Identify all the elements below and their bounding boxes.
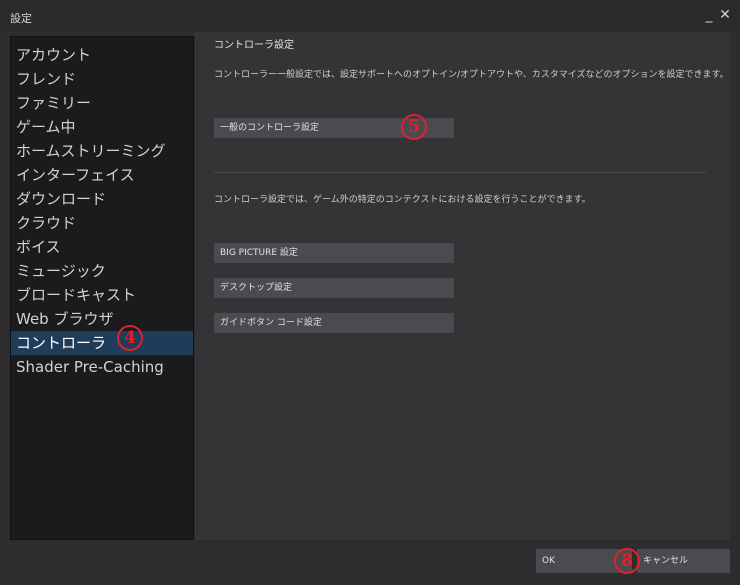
minimize-icon[interactable]: _ xyxy=(702,6,716,24)
desktop-settings-button[interactable]: デスクトップ設定 xyxy=(214,278,454,298)
sidebar-item-music[interactable]: ミュージック xyxy=(11,259,193,283)
sidebar-item-cloud[interactable]: クラウド xyxy=(11,211,193,235)
sidebar-item-broadcast[interactable]: ブロードキャスト xyxy=(11,283,193,307)
sidebar-item-home-streaming[interactable]: ホームストリーミング xyxy=(11,139,193,163)
sidebar-item-controller[interactable]: コントローラ xyxy=(11,331,193,355)
window-title: 設定 xyxy=(10,12,32,25)
sidebar-item-shader-pre-caching[interactable]: Shader Pre-Caching xyxy=(11,355,193,379)
sidebar-item-downloads[interactable]: ダウンロード xyxy=(11,187,193,211)
settings-sidebar: アカウント フレンド ファミリー ゲーム中 ホームストリーミング インターフェイ… xyxy=(10,36,194,540)
sidebar-item-friends[interactable]: フレンド xyxy=(11,67,193,91)
sidebar-item-interface[interactable]: インターフェイス xyxy=(11,163,193,187)
sidebar-item-web-browser[interactable]: Web ブラウザ xyxy=(11,307,193,331)
page-title: コントローラ設定 xyxy=(214,40,294,51)
sidebar-item-family[interactable]: ファミリー xyxy=(11,91,193,115)
cancel-button[interactable]: キャンセル xyxy=(637,549,730,573)
annotation-marker-5: 5 xyxy=(401,114,427,140)
annotation-marker-8: 8 xyxy=(614,548,640,574)
title-bar[interactable]: 設定 _ ✕ xyxy=(0,0,740,32)
general-description: コントローラー一般設定では、設定サポートへのオプトイン/オプトアウトや、カスタマ… xyxy=(214,70,729,80)
settings-window: 設定 _ ✕ アカウント フレンド ファミリー ゲーム中 ホームストリーミング … xyxy=(0,0,740,585)
annotation-marker-4: 4 xyxy=(117,325,143,351)
sidebar-item-voice[interactable]: ボイス xyxy=(11,235,193,259)
guide-button-chord-settings-button[interactable]: ガイドボタン コード設定 xyxy=(214,313,454,333)
sidebar-item-in-game[interactable]: ゲーム中 xyxy=(11,115,193,139)
sidebar-item-account[interactable]: アカウント xyxy=(11,43,193,67)
section-divider xyxy=(214,172,706,173)
big-picture-settings-button[interactable]: BIG PICTURE 設定 xyxy=(214,243,454,263)
controller-settings-panel: コントローラ設定 コントローラー一般設定では、設定サポートへのオプトイン/オプト… xyxy=(195,32,730,540)
context-description: コントローラ設定では、ゲーム外の特定のコンテクストにおける設定を行うことができま… xyxy=(214,195,591,205)
close-icon[interactable]: ✕ xyxy=(718,6,732,24)
